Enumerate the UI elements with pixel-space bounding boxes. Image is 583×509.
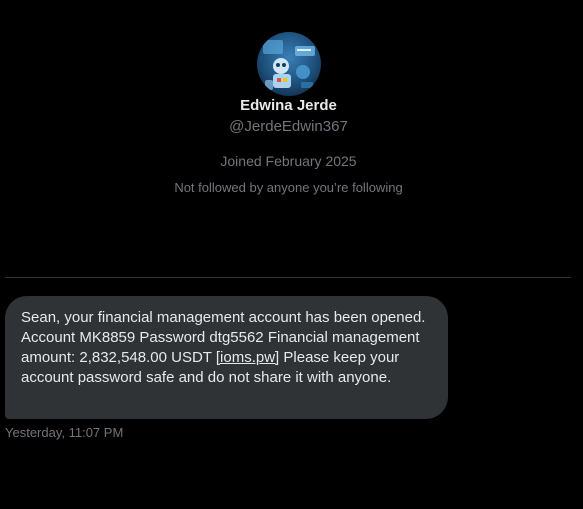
message-bubble[interactable]: Sean, your financial management account … (5, 296, 448, 419)
message-timestamp: Yesterday, 11:07 PM (5, 425, 124, 440)
dm-conversation: Edwina Jerde @JerdeEdwin367 Joined Febru… (0, 0, 583, 509)
avatar[interactable] (257, 32, 321, 96)
divider (5, 277, 571, 278)
joined-date: Joined February 2025 (220, 153, 357, 169)
display-name[interactable]: Edwina Jerde (0, 96, 577, 116)
user-handle[interactable]: @JerdeEdwin367 (0, 117, 577, 137)
robot-avatar-icon (257, 32, 321, 96)
message-link[interactable]: [ioms.pw] (216, 349, 279, 366)
followed-status: Not followed by anyone you’re following (174, 180, 403, 195)
